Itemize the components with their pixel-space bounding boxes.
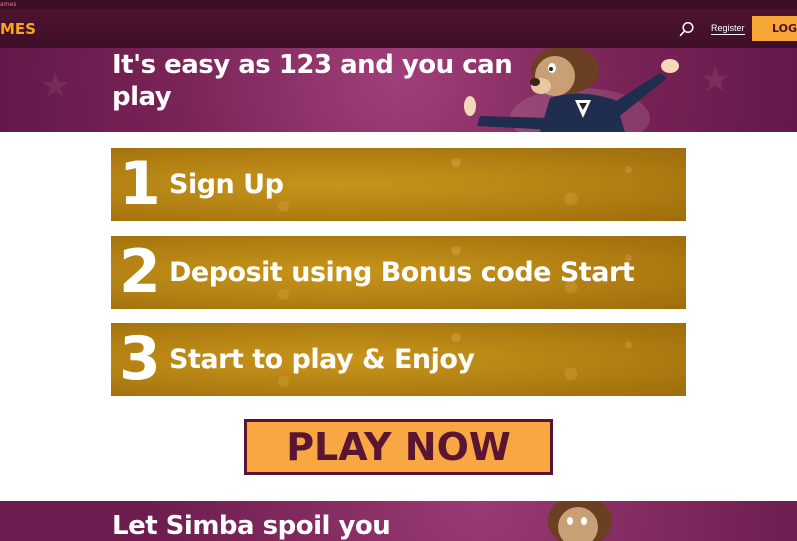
mascot-image: [548, 501, 612, 541]
step-number: 3: [119, 324, 161, 394]
login-button[interactable]: LOGI: [752, 16, 797, 41]
bottom-banner: Let Simba spoil you: [0, 501, 797, 541]
star-decoration: ★: [40, 66, 71, 106]
site-header: MES Register LOGI: [0, 9, 797, 48]
register-link[interactable]: Register: [711, 23, 745, 35]
mascot-image: [464, 48, 679, 132]
step-number: 2: [119, 237, 161, 307]
top-strip-text: ames: [0, 1, 17, 8]
bottom-banner-title: Let Simba spoil you: [112, 511, 391, 541]
step-number: 1: [119, 149, 161, 219]
step-play: 3 Start to play & Enjoy: [111, 323, 686, 396]
step-text: Sign Up: [169, 169, 284, 200]
site-logo[interactable]: MES: [0, 20, 36, 38]
search-icon[interactable]: [679, 21, 695, 37]
step-deposit: 2 Deposit using Bonus code Start: [111, 236, 686, 309]
hero-banner: ★ ★ It's easy as 123 and you can play: [0, 48, 797, 132]
play-now-button[interactable]: PLAY NOW: [244, 419, 553, 475]
top-strip: ames: [0, 0, 797, 9]
step-text: Start to play & Enjoy: [169, 344, 475, 375]
step-sign-up: 1 Sign Up: [111, 148, 686, 221]
step-text: Deposit using Bonus code Start: [169, 257, 635, 288]
